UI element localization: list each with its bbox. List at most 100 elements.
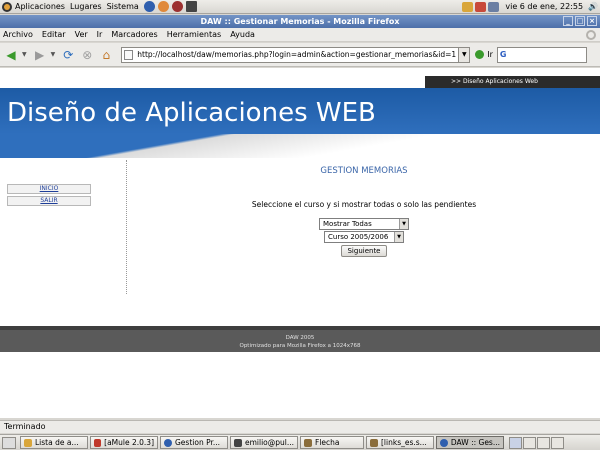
volume-icon[interactable]: 🔊 bbox=[588, 2, 598, 11]
panel-menu-lugares[interactable]: Lugares bbox=[70, 2, 102, 11]
task-links[interactable]: [links_es.s... bbox=[366, 436, 434, 449]
top-panel: Aplicaciones Lugares Sistema vie 6 de en… bbox=[0, 0, 600, 14]
page-content: INICIO SALIR GESTION MEMORIAS Seleccione… bbox=[0, 158, 600, 318]
window-title: DAW :: Gestionar Memorias - Mozilla Fire… bbox=[200, 17, 400, 26]
notification-icon[interactable] bbox=[462, 1, 474, 12]
footer-line-1: DAW 2005 bbox=[285, 335, 315, 341]
home-icon[interactable]: ⌂ bbox=[98, 47, 114, 63]
forward-dropdown-icon[interactable]: ▼ bbox=[51, 51, 56, 58]
go-icon bbox=[475, 50, 485, 59]
url-text: http://localhost/daw/memorias.php?login=… bbox=[137, 50, 457, 59]
mail-launcher-icon[interactable] bbox=[157, 1, 169, 12]
back-dropdown-icon[interactable]: ▼ bbox=[22, 51, 27, 58]
panel-menu-aplicaciones[interactable]: Aplicaciones bbox=[15, 2, 65, 11]
gnome-foot-icon[interactable] bbox=[2, 1, 12, 12]
workspace-4[interactable] bbox=[551, 436, 564, 449]
menu-editar[interactable]: Editar bbox=[42, 30, 66, 39]
vertical-divider bbox=[126, 160, 127, 294]
menu-ver[interactable]: Ver bbox=[75, 30, 88, 39]
task-daw[interactable]: DAW :: Ges... bbox=[436, 436, 504, 449]
task-gestion[interactable]: Gestion Pr... bbox=[160, 436, 228, 449]
menu-herramientas[interactable]: Herramientas bbox=[167, 30, 222, 39]
task-amule[interactable]: [aMule 2.0.3] bbox=[90, 436, 158, 449]
terminal-icon bbox=[234, 438, 242, 447]
panel-menu-sistema[interactable]: Sistema bbox=[107, 2, 139, 11]
image-icon bbox=[304, 438, 312, 447]
amule-icon bbox=[94, 438, 102, 447]
menu-ayuda[interactable]: Ayuda bbox=[230, 30, 255, 39]
instruction-text: Seleccione el curso y si mostrar todas o… bbox=[251, 200, 477, 209]
task-label: [aMule 2.0.3] bbox=[104, 438, 154, 447]
terminal-launcher-icon[interactable] bbox=[185, 1, 197, 12]
clock[interactable]: vie 6 de ene, 22:55 bbox=[505, 2, 583, 11]
menubar: Archivo Editar Ver Ir Marcadores Herrami… bbox=[0, 28, 600, 42]
navigation-toolbar: ◀ ▼ ▶ ▼ ⟳ ⊗ ⌂ http://localhost/daw/memor… bbox=[0, 43, 600, 67]
url-dropdown-icon[interactable]: ▼ bbox=[459, 46, 471, 63]
help-launcher-icon[interactable] bbox=[171, 1, 183, 12]
menu-marcadores[interactable]: Marcadores bbox=[111, 30, 157, 39]
top-strip-text: >> Diseño Aplicaciones Web bbox=[425, 76, 600, 88]
close-icon[interactable]: × bbox=[587, 16, 597, 26]
taskbar: Lista de a... [aMule 2.0.3] Gestion Pr..… bbox=[0, 434, 600, 450]
url-field[interactable]: http://localhost/daw/memorias.php?login=… bbox=[121, 46, 460, 63]
search-field[interactable]: G bbox=[496, 46, 587, 63]
google-search-icon: G bbox=[499, 50, 507, 59]
task-label: DAW :: Ges... bbox=[450, 438, 500, 447]
chevron-down-icon: ▼ bbox=[394, 232, 403, 242]
go-button[interactable]: Ir bbox=[475, 50, 493, 59]
network-icon[interactable] bbox=[488, 1, 500, 12]
web-page: >> Diseño Aplicaciones Web Diseño de Apl… bbox=[0, 68, 600, 418]
task-label: Gestion Pr... bbox=[175, 438, 221, 447]
image-icon bbox=[370, 438, 378, 447]
chevron-down-icon: ▼ bbox=[399, 219, 408, 229]
banner-swoosh bbox=[0, 134, 600, 158]
maximize-icon[interactable]: □ bbox=[575, 16, 585, 26]
footer-line-2: Optimizado para Mozilla Firefox a 1024x7… bbox=[239, 343, 361, 349]
firefox-launcher-icon[interactable] bbox=[143, 1, 155, 12]
main-panel: GESTION MEMORIAS Seleccione el curso y s… bbox=[128, 158, 600, 257]
page-footer: DAW 2005 Optimizado para Mozilla Firefox… bbox=[0, 326, 600, 352]
course-select-value: Curso 2005/2006 bbox=[328, 233, 389, 241]
page-heading: GESTION MEMORIAS bbox=[320, 166, 408, 176]
filter-select[interactable]: Mostrar Todas ▼ bbox=[319, 218, 409, 230]
sidebar-link-salir[interactable]: SALIR bbox=[7, 196, 91, 206]
page-icon bbox=[124, 49, 134, 60]
task-lista[interactable]: Lista de a... bbox=[20, 436, 88, 449]
workspace-3[interactable] bbox=[537, 436, 550, 449]
back-arrow-icon[interactable]: ◀ bbox=[3, 47, 19, 63]
forward-arrow-icon[interactable]: ▶ bbox=[32, 47, 48, 63]
workspace-2[interactable] bbox=[523, 436, 536, 449]
menu-archivo[interactable]: Archivo bbox=[3, 30, 33, 39]
panel-tray: vie 6 de ene, 22:55 🔊 bbox=[462, 1, 598, 12]
window-titlebar: DAW :: Gestionar Memorias - Mozilla Fire… bbox=[0, 15, 600, 28]
go-label: Ir bbox=[487, 50, 493, 59]
gmail-icon[interactable] bbox=[475, 1, 487, 12]
firefox-icon bbox=[164, 438, 172, 447]
show-desktop-icon[interactable] bbox=[2, 436, 16, 449]
course-select[interactable]: Curso 2005/2006 ▼ bbox=[324, 231, 404, 243]
workspace-pager[interactable] bbox=[508, 436, 564, 449]
filter-select-value: Mostrar Todas bbox=[323, 220, 372, 228]
task-label: Flecha bbox=[315, 438, 340, 447]
status-bar: Terminado bbox=[0, 420, 600, 433]
next-button[interactable]: Siguiente bbox=[341, 245, 387, 257]
brand-strip: >> Diseño Aplicaciones Web bbox=[0, 68, 600, 88]
sidebar-link-inicio[interactable]: INICIO bbox=[7, 184, 91, 194]
throbber-icon bbox=[586, 30, 596, 40]
task-flecha[interactable]: Flecha bbox=[300, 436, 364, 449]
stop-icon[interactable]: ⊗ bbox=[79, 47, 95, 63]
site-banner: Diseño de Aplicaciones WEB bbox=[0, 88, 600, 134]
menu-ir[interactable]: Ir bbox=[97, 30, 103, 39]
sidebar: INICIO SALIR bbox=[7, 184, 91, 208]
banner-title: Diseño de Aplicaciones WEB bbox=[7, 98, 376, 128]
status-text: Terminado bbox=[4, 422, 46, 431]
task-label: Lista de a... bbox=[35, 438, 79, 447]
reload-icon[interactable]: ⟳ bbox=[60, 47, 76, 63]
task-label: emilio@pul... bbox=[244, 438, 294, 447]
minimize-icon[interactable]: _ bbox=[563, 16, 573, 26]
task-terminal[interactable]: emilio@pul... bbox=[230, 436, 298, 449]
task-label: [links_es.s... bbox=[381, 438, 427, 447]
folder-icon bbox=[24, 438, 32, 447]
firefox-icon bbox=[440, 438, 448, 447]
workspace-1[interactable] bbox=[509, 436, 522, 449]
